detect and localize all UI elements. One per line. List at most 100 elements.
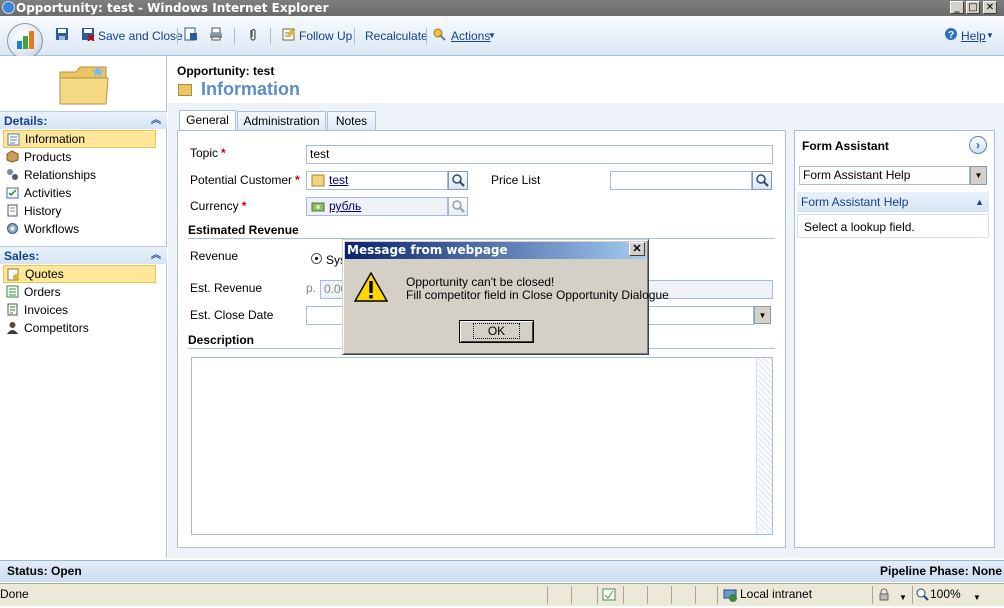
sidebar-item-invoices[interactable]: Invoices — [3, 301, 156, 319]
form-assistant-help-header[interactable]: Form Assistant Help ▲ — [797, 192, 989, 212]
form-assistant-help-label: Form Assistant Help — [801, 195, 909, 209]
collapse-icon[interactable]: ︽ — [151, 112, 161, 130]
status-cell — [597, 586, 621, 604]
sidebar-item-label: Orders — [24, 285, 61, 299]
browser-status-bar: Done Local intranet ▼ 100% ▼ — [0, 583, 1004, 606]
topic-field[interactable]: test — [306, 145, 773, 164]
lock-icon — [879, 588, 889, 601]
revenue-radio[interactable] — [311, 253, 322, 264]
description-section: Description — [188, 333, 255, 347]
actions-menu[interactable]: Actions — [451, 27, 490, 45]
follow-up-icon — [282, 28, 295, 41]
sidebar-item-workflows[interactable]: Workflows — [3, 220, 156, 238]
dialog-close-button[interactable]: ✕ — [629, 242, 645, 256]
sidebar-item-competitors[interactable]: Competitors — [3, 319, 156, 337]
ok-button[interactable]: OK — [459, 320, 534, 343]
topic-label: Topic * — [190, 146, 226, 160]
tab-general[interactable]: General — [179, 110, 236, 131]
lookup-icon[interactable] — [448, 197, 468, 216]
sidebar-item-label: Relationships — [24, 168, 97, 182]
save-and-close-button[interactable]: Save and Close — [98, 27, 183, 45]
est-revenue-currency-symbol: р. — [306, 281, 317, 295]
form-assistant-help-text: Select a lookup field. — [797, 214, 989, 238]
products-icon — [6, 150, 19, 163]
zoom-cell[interactable]: 100% ▼ — [912, 586, 1004, 604]
status-cell — [647, 586, 669, 604]
attach-icon[interactable] — [246, 27, 260, 41]
sidebar-item-label: Invoices — [24, 303, 69, 317]
page-title: Information — [201, 79, 300, 99]
toolbar: Save and Close Follow Up Recalculate Act… — [0, 16, 1004, 59]
actions-icon — [433, 28, 446, 41]
details-section-header[interactable]: Details: ︽ — [0, 111, 167, 129]
protected-mode-cell[interactable]: ▼ — [872, 586, 910, 604]
sales-section-header[interactable]: Sales: ︽ — [0, 246, 167, 264]
sidebar-item-label: Activities — [24, 186, 72, 200]
chevron-down-icon[interactable]: ▼ — [970, 166, 987, 185]
history-icon — [7, 204, 18, 217]
lookup-icon[interactable] — [752, 171, 772, 190]
est-revenue-label: Est. Revenue — [190, 281, 263, 295]
ok-button-label: OK — [472, 323, 521, 339]
help-menu[interactable]: Help — [961, 27, 986, 45]
save-new-icon[interactable] — [184, 27, 198, 41]
collapse-form-assistant-icon[interactable]: › — [969, 136, 987, 154]
sidebar-item-activities[interactable]: Activities — [3, 184, 156, 202]
collapse-icon[interactable]: ︽ — [151, 247, 161, 265]
sidebar-item-relationships[interactable]: Relationships — [3, 166, 156, 184]
entity-name: Opportunity: test — [177, 64, 275, 78]
currency-field[interactable]: рубль — [306, 197, 448, 216]
chevron-down-icon: ▼ — [488, 31, 496, 40]
details-header-label: Details: — [4, 114, 48, 128]
orders-icon — [6, 285, 19, 298]
toolbar-separator — [270, 28, 271, 44]
chevron-down-icon: ▼ — [973, 593, 981, 602]
window-title-bar: Opportunity: test - Windows Internet Exp… — [0, 0, 1004, 16]
sidebar-item-orders[interactable]: Orders — [3, 283, 156, 301]
potential-customer-link[interactable]: test — [329, 173, 348, 187]
description-scrollbar[interactable] — [756, 358, 772, 534]
close-window-button[interactable]: ✕ — [983, 1, 997, 14]
date-picker-dropdown[interactable]: ▼ — [754, 306, 771, 324]
currency-link[interactable]: рубль — [329, 199, 361, 213]
recalculate-button[interactable]: Recalculate — [365, 27, 428, 45]
collapse-icon[interactable]: ▲ — [975, 192, 984, 212]
follow-up-button[interactable]: Follow Up — [299, 27, 352, 45]
sidebar-item-label: Products — [24, 150, 72, 164]
window-title: Opportunity: test - Windows Internet Exp… — [16, 1, 329, 15]
sidebar-item-label: Competitors — [24, 321, 89, 335]
help-icon: ? — [945, 28, 957, 41]
zone-label: Local intranet — [740, 587, 813, 601]
potential-customer-label: Potential Customer * — [190, 173, 300, 187]
sidebar-item-information[interactable]: Information — [3, 130, 156, 148]
ie-icon — [2, 1, 15, 14]
page-icon — [602, 588, 616, 601]
potential-customer-field[interactable]: test — [306, 171, 448, 190]
currency-label: Currency * — [190, 199, 247, 213]
print-icon[interactable] — [209, 27, 223, 41]
form-assistant-dropdown[interactable]: Form Assistant Help — [799, 166, 970, 185]
intranet-icon — [723, 589, 737, 602]
zone-cell: Local intranet — [717, 586, 870, 604]
description-textarea[interactable] — [191, 357, 773, 535]
price-list-field[interactable] — [610, 171, 752, 190]
lookup-icon[interactable] — [448, 171, 468, 190]
message-dialog: Message from webpage ✕ Opportunity can't… — [342, 239, 669, 355]
save-icon[interactable] — [55, 27, 69, 41]
sales-header-label: Sales: — [4, 249, 40, 263]
est-close-date-label: Est. Close Date — [190, 308, 274, 322]
sidebar-item-history[interactable]: History — [3, 202, 156, 220]
sidebar-item-label: Workflows — [24, 222, 80, 236]
tab-notes[interactable]: Notes — [327, 111, 376, 131]
warning-icon — [354, 272, 388, 302]
toolbar-separator — [354, 28, 355, 44]
sidebar-item-label: Information — [25, 132, 86, 146]
minimize-button[interactable]: _ — [950, 1, 964, 14]
sidebar-item-products[interactable]: Products — [3, 148, 156, 166]
toolbar-separator — [426, 28, 427, 44]
sidebar-item-quotes[interactable]: Quotes — [3, 265, 156, 283]
status-cell — [571, 586, 593, 604]
maximize-button[interactable]: □ — [966, 1, 980, 14]
tab-administration[interactable]: Administration — [237, 111, 326, 131]
status-cell — [671, 586, 693, 604]
